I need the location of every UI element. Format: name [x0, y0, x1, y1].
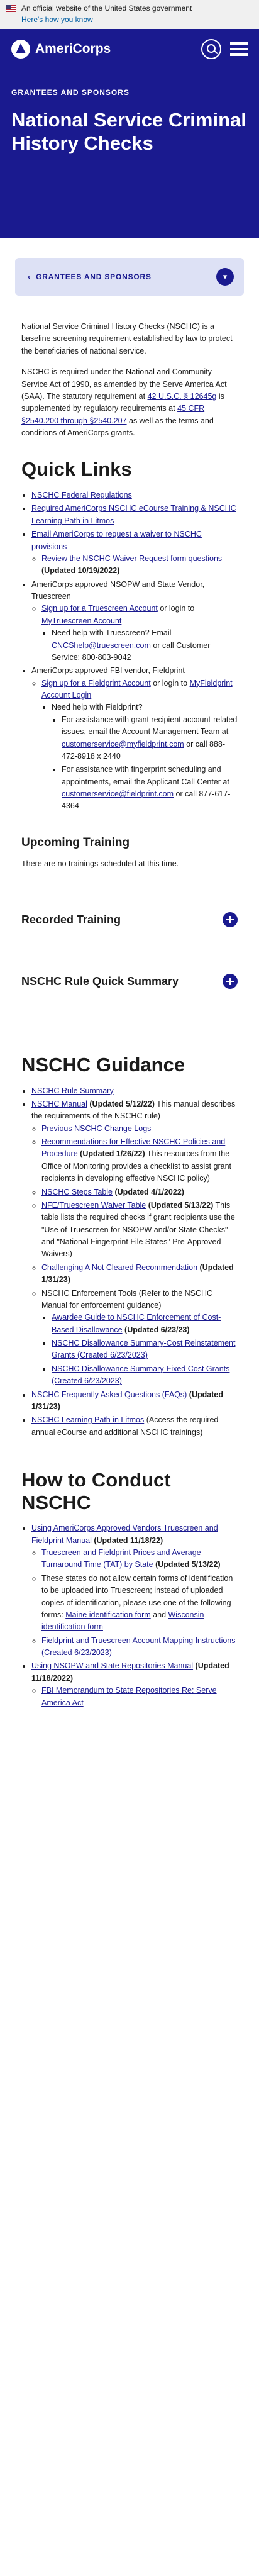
recorded-training-accordion[interactable]: Recorded Training	[21, 895, 238, 944]
guidance-list: NSCHC Rule Summary NSCHC Manual (Updated…	[21, 1085, 238, 1439]
logo-text: AmeriCorps	[35, 42, 111, 56]
americorps-logo-icon	[11, 40, 30, 59]
list-item: Sign up for a Fieldprint Account or logi…	[41, 677, 238, 813]
intro-paragraph-2: NSCHC is required under the National and…	[21, 367, 227, 437]
list-item: Email AmeriCorps to request a waiver to …	[31, 528, 238, 577]
quick-links-list: NSCHC Federal Regulations Required Ameri…	[21, 489, 238, 813]
list-item: These states do not allow certain forms …	[41, 1573, 238, 1634]
faqs-link[interactable]: NSCHC Frequently Asked Questions (FAQs)	[31, 1390, 187, 1399]
maine-form-link[interactable]: Maine identification form	[65, 1610, 150, 1619]
main-content: National Service Criminal History Checks…	[0, 321, 259, 1709]
truescreen-signup-link[interactable]: Sign up for a Truescreen Account	[41, 604, 158, 613]
list-item: Need help with Fieldprint? For assistanc…	[52, 701, 238, 812]
menu-icon[interactable]	[230, 42, 248, 56]
rule-quick-summary-accordion[interactable]: NSCHC Rule Quick Summary	[21, 944, 238, 1018]
list-item: For assistance with grant recipient acco…	[62, 714, 238, 763]
list-item: NSCHC Enforcement Tools (Refer to the NS…	[41, 1288, 238, 1388]
truescreen-email-link[interactable]: CNCShelp@truescreen.com	[52, 641, 151, 650]
learning-path-link[interactable]: NSCHC Learning Path in Litmos	[31, 1415, 144, 1424]
list-item: Awardee Guide to NSCHC Enforcement of Co…	[52, 1312, 238, 1336]
section-nav[interactable]: ‹ GRANTEES AND SPONSORS ▾	[15, 258, 244, 296]
gov-banner: An official website of the United States…	[0, 0, 259, 29]
guidance-title: NSCHC Guidance	[21, 1053, 185, 1076]
email-waiver-link[interactable]: Email AmeriCorps to request a waiver to …	[31, 530, 202, 550]
list-item: Previous NSCHC Change Logs	[41, 1123, 238, 1135]
list-item: Sign up for a Truescreen Account or logi…	[41, 603, 238, 664]
list-item: Using AmeriCorps Approved Vendors Truesc…	[31, 1522, 238, 1659]
page-title: National Service Criminal History Checks	[11, 109, 246, 155]
section-nav-label: ‹ GRANTEES AND SPONSORS	[28, 272, 152, 281]
list-item: For assistance with fingerprint scheduli…	[62, 764, 238, 813]
list-item: NSCHC Rule Summary	[31, 1085, 238, 1097]
search-icon[interactable]	[201, 39, 221, 59]
chevron-down-icon[interactable]: ▾	[216, 268, 234, 286]
fbi-memo-link[interactable]: FBI Memorandum to State Repositories Re:…	[41, 1686, 217, 1707]
list-item: NSCHC Disallowance Summary-Fixed Cost Gr…	[52, 1363, 238, 1388]
previous-change-logs-link[interactable]: Previous NSCHC Change Logs	[41, 1124, 151, 1133]
manual-link[interactable]: NSCHC Manual	[31, 1100, 87, 1108]
us-flag-icon	[6, 4, 16, 12]
cost-reinstatement-link[interactable]: NSCHC Disallowance Summary-Cost Reinstat…	[52, 1339, 235, 1359]
list-item: NFE/Truescreen Waiver Table (Updated 5/1…	[41, 1200, 238, 1261]
header-actions	[201, 39, 248, 59]
list-item: Challenging A Not Cleared Recommendation…	[41, 1262, 238, 1286]
how-to-conduct-list: Using AmeriCorps Approved Vendors Truesc…	[21, 1522, 238, 1709]
list-item: Using NSOPW and State Repositories Manua…	[31, 1660, 238, 1709]
review-waiver-link[interactable]: Review the NSCHC Waiver Request form que…	[41, 554, 222, 563]
americorps-logo[interactable]: AmeriCorps	[11, 40, 111, 59]
fieldprint-applicant-email-link[interactable]: customerservice@fieldprint.com	[62, 789, 174, 798]
upcoming-training-empty: There are no trainings scheduled at this…	[21, 859, 179, 868]
list-item: Recommendations for Effective NSCHC Poli…	[41, 1136, 238, 1185]
list-item: NSCHC Manual (Updated 5/12/22) This manu…	[31, 1098, 238, 1388]
section-nav-wrapper: ‹ GRANTEES AND SPONSORS ▾	[0, 238, 259, 321]
list-item: NSCHC Frequently Asked Questions (FAQs) …	[31, 1389, 238, 1413]
list-item: Truescreen and Fieldprint Prices and Ave…	[41, 1547, 238, 1571]
how-to-conduct-title: How to Conduct NSCHC	[21, 1469, 171, 1514]
usc-link[interactable]: 42 U.S.C. § 12645g	[148, 392, 217, 401]
nfe-waiver-table-link[interactable]: NFE/Truescreen Waiver Table	[41, 1201, 146, 1210]
hero-eyebrow: GRANTEES AND SPONSORS	[11, 88, 130, 97]
challenging-link[interactable]: Challenging A Not Cleared Recommendation	[41, 1263, 197, 1272]
heres-how-you-know-link[interactable]: Here's how you know	[21, 15, 253, 24]
list-item: NSCHC Disallowance Summary-Cost Reinstat…	[52, 1337, 238, 1362]
list-item: Fieldprint and Truescreen Account Mappin…	[41, 1635, 238, 1659]
gov-banner-text: An official website of the United States…	[21, 4, 192, 13]
hero: GRANTEES AND SPONSORS National Service C…	[0, 69, 259, 238]
federal-regulations-link[interactable]: NSCHC Federal Regulations	[31, 491, 132, 499]
mapping-instructions-link[interactable]: Fieldprint and Truescreen Account Mappin…	[41, 1636, 236, 1657]
list-item: FBI Memorandum to State Repositories Re:…	[41, 1685, 238, 1709]
fieldprint-signup-link[interactable]: Sign up for a Fieldprint Account	[41, 679, 151, 688]
list-item: Need help with Truescreen? Email CNCShel…	[52, 627, 238, 664]
ecourse-link[interactable]: Required AmeriCorps NSCHC eCourse Traini…	[31, 504, 236, 525]
quick-links-title: Quick Links	[21, 458, 132, 481]
intro-paragraph-1: National Service Criminal History Checks…	[21, 322, 233, 355]
steps-table-link[interactable]: NSCHC Steps Table	[41, 1188, 113, 1196]
upcoming-training-title: Upcoming Training	[21, 835, 130, 849]
plus-icon[interactable]	[223, 912, 238, 927]
list-item: AmeriCorps approved NSOPW and State Vend…	[31, 579, 238, 664]
list-item: NSCHC Federal Regulations	[31, 489, 238, 501]
fieldprint-account-email-link[interactable]: customerservice@myfieldprint.com	[62, 740, 184, 749]
list-item: NSCHC Learning Path in Litmos (Access th…	[31, 1414, 238, 1439]
rule-quick-summary-title: NSCHC Rule Quick Summary	[21, 974, 179, 988]
rule-summary-link[interactable]: NSCHC Rule Summary	[31, 1086, 114, 1095]
plus-icon[interactable]	[223, 973, 238, 989]
list-item: Required AmeriCorps NSCHC eCourse Traini…	[31, 503, 238, 527]
truescreen-login-link[interactable]: MyTruescreen Account	[41, 616, 121, 625]
list-item: AmeriCorps approved FBI vendor, Fieldpri…	[31, 665, 238, 813]
list-item: NSCHC Steps Table (Updated 4/1/2022)	[41, 1186, 238, 1198]
state-repositories-link[interactable]: Using NSOPW and State Repositories Manua…	[31, 1661, 193, 1670]
recorded-training-title: Recorded Training	[21, 913, 121, 926]
list-item: Review the NSCHC Waiver Request form que…	[41, 553, 238, 577]
upcoming-training: Upcoming Training There are no trainings…	[21, 835, 238, 870]
fixed-cost-link[interactable]: NSCHC Disallowance Summary-Fixed Cost Gr…	[52, 1364, 229, 1385]
site-header: AmeriCorps	[0, 29, 259, 69]
